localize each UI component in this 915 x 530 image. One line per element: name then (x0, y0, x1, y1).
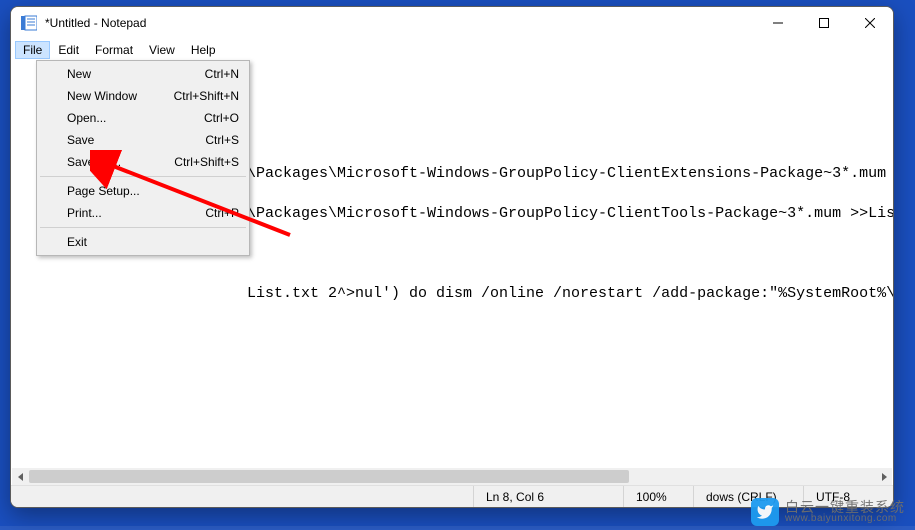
menu-separator (40, 227, 246, 228)
scroll-thumb[interactable] (29, 470, 629, 483)
menu-item-save[interactable]: Save Ctrl+S (39, 129, 247, 151)
menu-item-accel: Ctrl+Shift+S (174, 155, 239, 169)
status-position: Ln 8, Col 6 (473, 486, 623, 508)
watermark-text-cn: 白云一键重装系统 (785, 500, 905, 514)
menu-item-label: Save As... (67, 155, 174, 169)
menu-item-page-setup[interactable]: Page Setup... (39, 180, 247, 202)
menu-item-save-as[interactable]: Save As... Ctrl+Shift+S (39, 151, 247, 173)
file-dropdown-menu: New Ctrl+N New Window Ctrl+Shift+N Open.… (36, 60, 250, 256)
horizontal-scrollbar[interactable] (12, 468, 892, 485)
watermark: 白云一键重装系统 www.baiyunxitong.com (751, 498, 905, 526)
notepad-app-icon (21, 15, 37, 31)
menu-separator (40, 176, 246, 177)
menu-view[interactable]: View (141, 41, 183, 59)
menu-item-label: Open... (67, 111, 204, 125)
menu-item-accel: Ctrl+N (205, 67, 239, 81)
watermark-text-url: www.baiyunxitong.com (785, 514, 905, 524)
minimize-button[interactable] (755, 7, 801, 39)
desktop-taskbar (0, 526, 915, 530)
close-button[interactable] (847, 7, 893, 39)
watermark-bird-icon (751, 498, 779, 526)
scroll-track[interactable] (29, 468, 875, 485)
scroll-right-icon[interactable] (875, 468, 892, 485)
menu-help[interactable]: Help (183, 41, 224, 59)
menu-item-label: Page Setup... (67, 184, 239, 198)
menu-file[interactable]: File (15, 41, 50, 59)
menu-item-accel: Ctrl+O (204, 111, 239, 125)
menu-format[interactable]: Format (87, 41, 141, 59)
editor-line: List.txt 2^>nul') do dism /online /nores… (17, 284, 887, 304)
notepad-window: *Untitled - Notepad File Edit Format Vie… (10, 6, 894, 508)
menu-item-new-window[interactable]: New Window Ctrl+Shift+N (39, 85, 247, 107)
scroll-left-icon[interactable] (12, 468, 29, 485)
menu-edit[interactable]: Edit (50, 41, 87, 59)
menu-item-accel: Ctrl+P (205, 206, 239, 220)
menu-item-label: Print... (67, 206, 205, 220)
menu-item-new[interactable]: New Ctrl+N (39, 63, 247, 85)
window-title: *Untitled - Notepad (45, 16, 146, 30)
menu-item-accel: Ctrl+S (205, 133, 239, 147)
maximize-button[interactable] (801, 7, 847, 39)
menu-item-print[interactable]: Print... Ctrl+P (39, 202, 247, 224)
menu-item-label: Save (67, 133, 205, 147)
menubar: File Edit Format View Help (11, 39, 893, 60)
menu-item-exit[interactable]: Exit (39, 231, 247, 253)
titlebar[interactable]: *Untitled - Notepad (11, 7, 893, 39)
menu-item-label: New (67, 67, 205, 81)
menu-item-open[interactable]: Open... Ctrl+O (39, 107, 247, 129)
menu-item-label: New Window (67, 89, 174, 103)
menu-item-label: Exit (67, 235, 239, 249)
menu-item-accel: Ctrl+Shift+N (174, 89, 239, 103)
status-zoom: 100% (623, 486, 693, 508)
